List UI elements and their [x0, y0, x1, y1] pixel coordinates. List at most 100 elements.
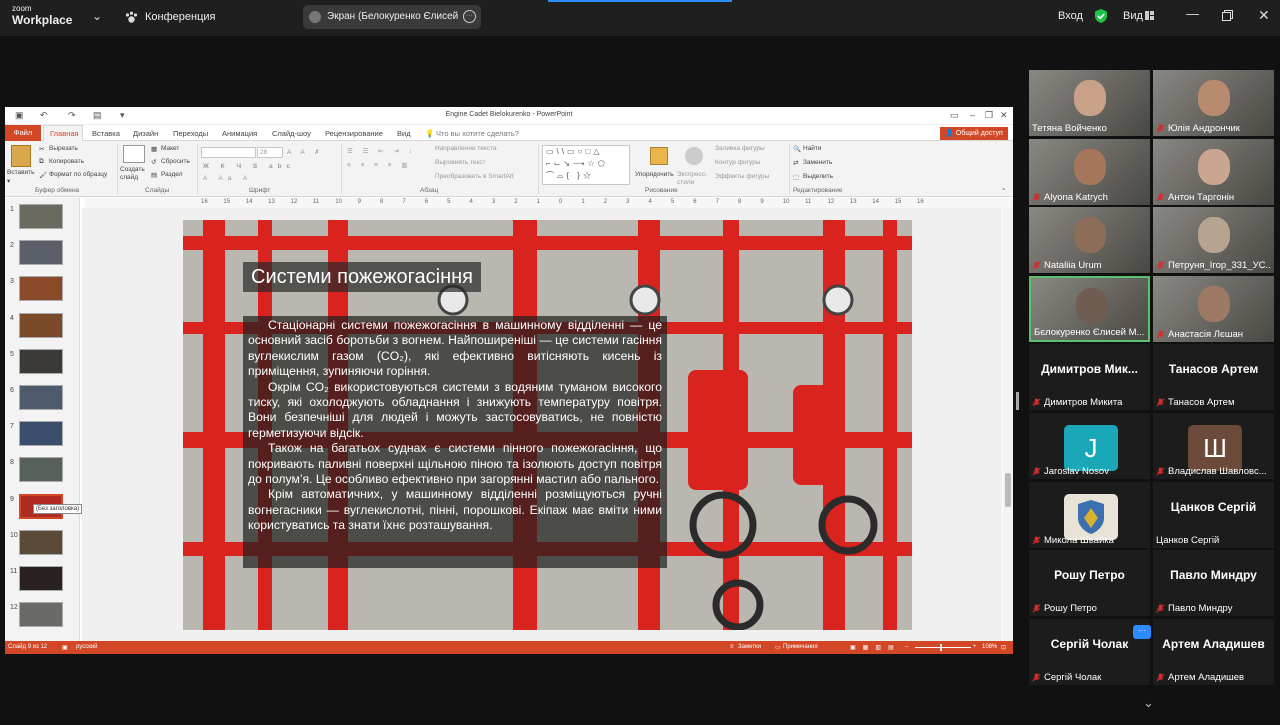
- layout-button[interactable]: Макет: [161, 145, 179, 152]
- language-indicator[interactable]: русский: [76, 644, 98, 650]
- minimize-icon[interactable]: —: [1186, 6, 1199, 21]
- scrollbar-thumb[interactable]: [1005, 473, 1011, 507]
- ppt-close-icon[interactable]: ✕: [1000, 110, 1008, 121]
- redo-icon[interactable]: ↷: [68, 110, 76, 121]
- font-grow-shrink-icons[interactable]: A A ✗: [287, 148, 324, 156]
- screen-share-pill[interactable]: Экран (Белокуренко Єлисей Ми ···: [303, 5, 481, 29]
- participant-tile[interactable]: Alyona Katrych: [1029, 138, 1150, 205]
- arrange-button[interactable]: Упорядочить: [635, 171, 674, 178]
- slide-thumbnail[interactable]: [19, 240, 63, 266]
- signin-button[interactable]: Вход: [1058, 10, 1083, 22]
- tab-home[interactable]: Главная: [50, 129, 79, 138]
- tab-slideshow[interactable]: Слайд-шоу: [272, 129, 311, 138]
- share-button[interactable]: 👤 Общий доступ: [940, 127, 1008, 140]
- view-button[interactable]: Вид: [1123, 10, 1143, 22]
- tab-animations[interactable]: Анимация: [222, 129, 257, 138]
- format-painter-button[interactable]: Формат по образцу: [49, 171, 107, 178]
- participant-tile[interactable]: Димитров Мик... Димитров Микита: [1029, 344, 1150, 411]
- new-slide-button[interactable]: Создать слайд: [120, 166, 150, 182]
- slide-thumbnail[interactable]: [19, 566, 63, 591]
- shape-effects-button[interactable]: Эффекты фигуры: [715, 173, 769, 180]
- ppt-minimize-icon[interactable]: –: [970, 110, 975, 120]
- new-slide-icon[interactable]: [123, 145, 145, 163]
- participant-tile[interactable]: Артем Аладишев Артем Аладишев: [1153, 618, 1274, 685]
- participant-tile[interactable]: Петруня_Ігор_331_УС...: [1153, 207, 1274, 274]
- more-participants-button[interactable]: ···: [1133, 625, 1151, 639]
- ppt-restore-icon[interactable]: ❐: [985, 110, 993, 121]
- zoom-slider-thumb[interactable]: [940, 644, 942, 651]
- participant-tile[interactable]: Цанков Сергій Цанков Сергій: [1153, 481, 1274, 548]
- participant-tile[interactable]: Анастасія Лєшан: [1153, 275, 1274, 342]
- gallery-scroll-down-icon[interactable]: ⌄: [1143, 695, 1154, 711]
- shape-outline-button[interactable]: Контур фигуры: [715, 159, 760, 166]
- arrange-icon[interactable]: [650, 147, 668, 165]
- tab-insert[interactable]: Вставка: [92, 129, 120, 138]
- replace-button[interactable]: Заменить: [803, 159, 832, 166]
- zoom-in-icon[interactable]: +: [973, 644, 977, 650]
- cut-button[interactable]: Вырезать: [49, 145, 78, 152]
- quick-styles-icon[interactable]: [685, 147, 703, 165]
- start-slideshow-icon[interactable]: ▤: [93, 110, 102, 121]
- participant-tile[interactable]: Nataliia Urum: [1029, 207, 1150, 274]
- slide-thumbnail[interactable]: [19, 312, 63, 338]
- participant-tile[interactable]: Танасов Артем Танасов Артем: [1153, 344, 1274, 411]
- reset-button[interactable]: Сбросить: [161, 158, 190, 165]
- slide-thumbnail[interactable]: [19, 276, 63, 302]
- participant-tile[interactable]: Сергій Чолак Сергій Чолак: [1029, 618, 1150, 685]
- slide-thumbnail[interactable]: [19, 602, 63, 628]
- more-options-icon[interactable]: ···: [463, 10, 476, 23]
- fit-slide-icon[interactable]: ⊡: [1001, 644, 1006, 651]
- slide-thumbnail[interactable]: [19, 457, 63, 483]
- vertical-scrollbar[interactable]: [1003, 208, 1013, 641]
- brand-chevron-down-icon[interactable]: ⌄: [92, 9, 102, 23]
- tab-review[interactable]: Рецензирование: [325, 129, 383, 138]
- current-slide[interactable]: Системи пожежогасіння Стаціонарні систем…: [183, 220, 912, 630]
- font-name-box[interactable]: [201, 147, 256, 158]
- meeting-label[interactable]: Конференция: [145, 11, 215, 23]
- participant-tile[interactable]: Ш Владислав Шавловс...: [1153, 413, 1274, 479]
- zoom-slider-track[interactable]: [915, 647, 971, 648]
- zoom-level[interactable]: 108%: [982, 644, 997, 650]
- participant-tile[interactable]: Юлія Андрончик: [1153, 70, 1274, 136]
- quick-styles-button[interactable]: Экспресс-стили: [677, 171, 709, 187]
- font-size-box[interactable]: 28: [257, 147, 283, 158]
- paste-icon[interactable]: [11, 145, 31, 167]
- shield-check-icon[interactable]: [1094, 8, 1108, 24]
- font-format-icons[interactable]: Ж К Ч S abc: [203, 163, 295, 170]
- view-mode-icons[interactable]: ▣▦▥▤: [850, 644, 901, 651]
- section-button[interactable]: Раздел: [161, 171, 182, 178]
- slide-title-box[interactable]: Системи пожежогасіння: [243, 262, 482, 292]
- text-direction-button[interactable]: Направление текста: [435, 145, 497, 152]
- customize-qat-icon[interactable]: ▾: [120, 110, 125, 121]
- zoom-out-icon[interactable]: –: [905, 644, 908, 650]
- align-icons[interactable]: ≡ ≡ ≡ ≡ ▥: [347, 161, 412, 169]
- copy-button[interactable]: Копировать: [49, 158, 84, 165]
- paste-dropdown-icon[interactable]: ▾: [7, 177, 10, 185]
- tab-file[interactable]: Файл: [5, 125, 41, 141]
- paste-button[interactable]: Вставить: [7, 169, 35, 176]
- slide-thumbnail[interactable]: [19, 204, 63, 229]
- spellcheck-icon[interactable]: ▣: [62, 644, 68, 651]
- participant-tile[interactable]: Тетяна Войченко: [1029, 70, 1150, 136]
- panel-resize-handle[interactable]: [1016, 392, 1019, 410]
- font-color-icons[interactable]: A Aa A: [203, 175, 252, 182]
- smartart-button[interactable]: Преобразовать в SmartArt: [435, 173, 514, 180]
- participant-tile[interactable]: Микола Швайка: [1029, 481, 1150, 548]
- tab-view[interactable]: Вид: [397, 129, 411, 138]
- slide-thumbnail[interactable]: [19, 385, 63, 410]
- save-icon[interactable]: ▣: [15, 110, 24, 121]
- ribbon-options-icon[interactable]: ▭: [950, 110, 959, 121]
- view-grid-icon[interactable]: [1145, 11, 1154, 20]
- slide-thumbnail[interactable]: [19, 529, 63, 555]
- slide-thumbnail[interactable]: [19, 348, 63, 374]
- shapes-gallery[interactable]: ▭\\▭○□△ ⌐⌙↘⟶☆⬠ ⌒⌓{ }☆: [542, 145, 630, 185]
- undo-icon[interactable]: ↶: [40, 110, 48, 121]
- find-button[interactable]: Найти: [803, 145, 822, 152]
- select-button[interactable]: Выделить: [803, 173, 833, 180]
- list-icons[interactable]: ☰ ☰ ⇤ ⇥ ↕: [347, 147, 416, 155]
- restore-icon[interactable]: [1222, 10, 1233, 21]
- comments-button[interactable]: Примечания: [783, 644, 818, 650]
- tab-design[interactable]: Дизайн: [133, 129, 158, 138]
- slide-thumbnail[interactable]: [19, 421, 63, 447]
- slide-body-textbox[interactable]: Стаціонарні системи пожежогасіння в маши…: [243, 316, 667, 568]
